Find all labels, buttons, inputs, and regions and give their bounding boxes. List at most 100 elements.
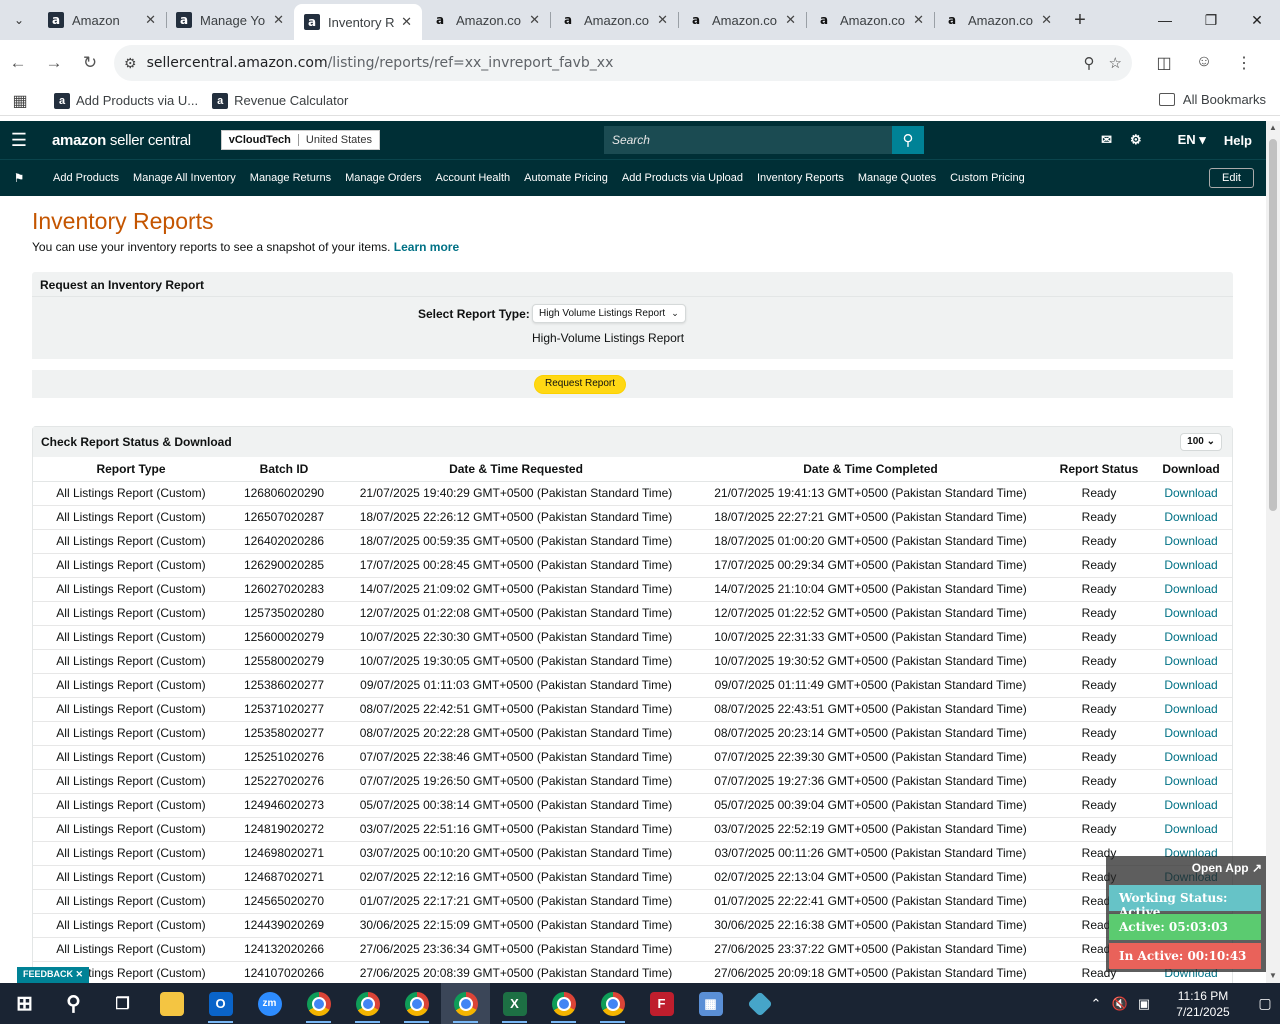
bookmark-revenue-calculator[interactable]: a Revenue Calculator	[212, 92, 348, 109]
reload-icon[interactable]: ↻	[72, 45, 108, 81]
close-tab-icon[interactable]: ✕	[785, 12, 796, 28]
nav-item[interactable]: Custom Pricing	[950, 172, 1025, 184]
file-explorer-icon[interactable]	[147, 983, 196, 1024]
back-arrow-icon[interactable]: ←	[0, 45, 36, 81]
language-selector[interactable]: EN ▾	[1160, 132, 1206, 148]
download-link[interactable]: Download	[1150, 769, 1232, 794]
zoom-icon[interactable]: ⚲	[1084, 54, 1095, 72]
download-link[interactable]: Download	[1150, 793, 1232, 818]
system-clock[interactable]: 11:16 PM 7/21/2025	[1166, 988, 1240, 1020]
hamburger-menu-icon[interactable]: ☰	[0, 130, 38, 151]
download-link[interactable]: Download	[1150, 697, 1232, 722]
browser-tab[interactable]: a Amazon.co ✕	[934, 4, 1062, 36]
nav-item[interactable]: Manage Returns	[250, 172, 331, 184]
feedback-tab[interactable]: FEEDBACK ✕	[17, 967, 90, 983]
calculator-icon[interactable]: ▦	[686, 983, 735, 1024]
mail-icon[interactable]: ✉	[1101, 132, 1112, 148]
task-view-icon[interactable]: ❐	[98, 983, 147, 1024]
nav-item[interactable]: Account Health	[436, 172, 511, 184]
bookmark-icon[interactable]: ⚑	[0, 171, 38, 185]
profile-icon[interactable]: ☺	[1184, 53, 1224, 73]
close-tab-icon[interactable]: ✕	[145, 12, 156, 28]
download-link[interactable]: Download	[1150, 601, 1232, 626]
zoom-app-icon[interactable]: zm	[245, 983, 294, 1024]
close-tab-icon[interactable]: ✕	[657, 12, 668, 28]
download-link[interactable]: Download	[1150, 673, 1232, 698]
chrome-profile-2-icon[interactable]	[343, 983, 392, 1024]
help-link[interactable]: Help	[1224, 133, 1252, 148]
chrome-profile-3-icon[interactable]	[392, 983, 441, 1024]
apps-grid-icon[interactable]: ▦	[0, 91, 40, 111]
learn-more-link[interactable]: Learn more	[394, 240, 459, 254]
download-link[interactable]: Download	[1150, 817, 1232, 842]
browser-tab[interactable]: a Amazon.co ✕	[806, 4, 934, 36]
forward-arrow-icon[interactable]: →	[36, 45, 72, 81]
close-tab-icon[interactable]: ✕	[1041, 12, 1052, 28]
nav-item[interactable]: Inventory Reports	[757, 172, 844, 184]
nav-item[interactable]: Add Products	[53, 172, 119, 184]
nav-item[interactable]: Manage Quotes	[858, 172, 936, 184]
page-scrollbar[interactable]: ▲ ▼	[1266, 121, 1280, 983]
report-type-select[interactable]: High Volume Listings Report ⌄	[532, 304, 686, 323]
bookmark-star-icon[interactable]: ☆	[1109, 54, 1122, 72]
browser-tab[interactable]: a Amazon ✕	[38, 4, 166, 36]
address-bar[interactable]: ⚙ sellercentral.amazon.com/listing/repor…	[114, 45, 1132, 81]
site-info-icon[interactable]: ⚙	[124, 55, 137, 72]
chrome-profile-5-icon[interactable]	[539, 983, 588, 1024]
download-link[interactable]: Download	[1150, 481, 1232, 506]
browser-tab[interactable]: a Manage Yo ✕	[166, 4, 294, 36]
extensions-icon[interactable]: ◫	[1144, 53, 1184, 73]
browser-tab[interactable]: a Amazon.co ✕	[550, 4, 678, 36]
all-bookmarks-button[interactable]: All Bookmarks	[1158, 92, 1266, 107]
open-app-button[interactable]: Open App ↗	[1192, 861, 1262, 875]
speaker-muted-icon[interactable]: 🔇	[1108, 996, 1132, 1012]
new-tab-button[interactable]: +	[1062, 2, 1098, 38]
chrome-profile-4-icon[interactable]	[441, 983, 490, 1024]
network-icon[interactable]: ▣	[1132, 996, 1156, 1012]
search-input[interactable]	[603, 126, 892, 154]
nav-item[interactable]: Manage All Inventory	[133, 172, 236, 184]
edit-nav-button[interactable]: Edit	[1209, 168, 1254, 188]
outlook-icon[interactable]: O	[196, 983, 245, 1024]
settings-gear-icon[interactable]: ⚙	[1130, 132, 1142, 148]
nav-item[interactable]: Add Products via Upload	[622, 172, 743, 184]
download-link[interactable]: Download	[1150, 529, 1232, 554]
taskbar-search-icon[interactable]: ⚲	[49, 983, 98, 1024]
scroll-down-icon[interactable]: ▼	[1266, 969, 1280, 983]
restore-icon[interactable]: ❐	[1188, 0, 1234, 40]
app-diamond-icon[interactable]	[735, 983, 784, 1024]
scroll-thumb[interactable]	[1269, 139, 1277, 511]
url-text[interactable]: sellercentral.amazon.com/listing/reports…	[147, 55, 1070, 71]
browser-menu-icon[interactable]: ⋮	[1224, 53, 1264, 73]
download-link[interactable]: Download	[1150, 577, 1232, 602]
download-link[interactable]: Download	[1150, 721, 1232, 746]
scroll-up-icon[interactable]: ▲	[1266, 121, 1280, 135]
download-link[interactable]: Download	[1150, 745, 1232, 770]
tray-chevron-up-icon[interactable]: ⌃	[1084, 996, 1108, 1012]
browser-tab[interactable]: a Amazon.co ✕	[422, 4, 550, 36]
browser-tab[interactable]: a Amazon.co ✕	[678, 4, 806, 36]
bookmark-add-products[interactable]: a Add Products via U...	[54, 92, 198, 109]
close-tab-icon[interactable]: ✕	[401, 14, 412, 30]
minimize-icon[interactable]: —	[1142, 0, 1188, 40]
browser-tab[interactable]: a Inventory R ✕	[294, 4, 422, 40]
windows-start-icon[interactable]: ⊞	[0, 983, 49, 1024]
download-link[interactable]: Download	[1150, 505, 1232, 530]
chrome-profile-1-icon[interactable]	[294, 983, 343, 1024]
close-tab-icon[interactable]: ✕	[273, 12, 284, 28]
close-tab-icon[interactable]: ✕	[913, 12, 924, 28]
request-report-button[interactable]: Request Report	[534, 375, 627, 394]
filezilla-icon[interactable]: F	[637, 983, 686, 1024]
search-icon[interactable]: ⚲	[891, 126, 924, 154]
download-link[interactable]: Download	[1150, 625, 1232, 650]
close-window-icon[interactable]: ✕	[1234, 0, 1280, 40]
nav-item[interactable]: Automate Pricing	[524, 172, 608, 184]
download-link[interactable]: Download	[1150, 553, 1232, 578]
download-link[interactable]: Download	[1150, 649, 1232, 674]
seller-central-logo[interactable]: amazon seller central	[52, 132, 191, 149]
notifications-icon[interactable]: ▢	[1250, 995, 1280, 1012]
chrome-profile-6-icon[interactable]	[588, 983, 637, 1024]
account-switcher[interactable]: vCloudTech United States	[220, 130, 380, 150]
nav-item[interactable]: Manage Orders	[345, 172, 421, 184]
tab-search-chevron-icon[interactable]: ⌄	[0, 0, 38, 40]
